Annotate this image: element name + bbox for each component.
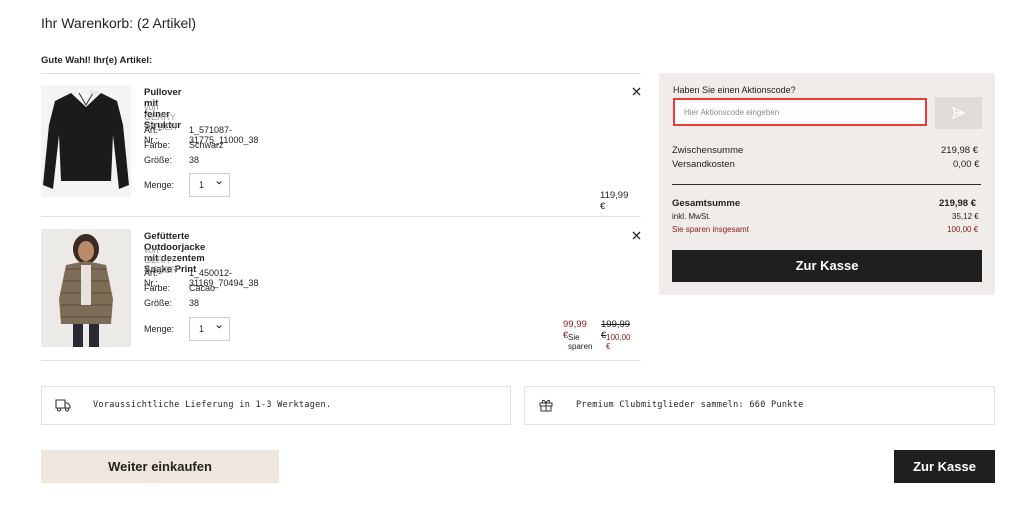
gift-icon xyxy=(539,399,553,412)
divider xyxy=(41,216,641,217)
total-value: 219,98 € xyxy=(939,198,976,209)
send-icon xyxy=(952,107,965,119)
promo-placeholder: Hier Aktionscode eingeben xyxy=(684,108,780,117)
items-subheading: Gute Wahl! Ihr(e) Artikel: xyxy=(41,55,153,66)
label-menge: Menge: xyxy=(144,324,175,334)
remove-item-button[interactable] xyxy=(632,84,641,99)
vat-label: inkl. MwSt. xyxy=(672,212,711,221)
close-icon xyxy=(632,87,641,96)
product-image-jacket[interactable] xyxy=(41,229,131,347)
label-menge: Menge: xyxy=(144,180,175,190)
quantity-select[interactable]: 1 xyxy=(189,317,230,341)
promo-code-input[interactable]: Hier Aktionscode eingeben xyxy=(673,98,927,126)
chevron-down-icon xyxy=(216,181,222,185)
value-groesse: 38 xyxy=(189,155,200,165)
delivery-info-box: Voraussichtliche Lieferung in 1-3 Werkta… xyxy=(41,386,511,425)
savings-label: Sie sparen xyxy=(568,333,593,351)
divider xyxy=(41,73,641,74)
value-farbe: Cacao xyxy=(189,283,216,293)
promo-submit-button[interactable] xyxy=(935,97,982,129)
quantity-select[interactable]: 1 xyxy=(189,173,230,197)
label-farbe: Farbe: xyxy=(144,283,171,293)
checkout-button-summary[interactable]: Zur Kasse xyxy=(672,250,982,282)
page-title: Ihr Warenkorb: (2 Artikel) xyxy=(41,15,197,31)
continue-shopping-button[interactable]: Weiter einkaufen xyxy=(41,450,279,483)
total-savings-label: Sie sparen insgesamt xyxy=(672,225,749,234)
truck-icon xyxy=(55,399,71,412)
checkout-button-footer[interactable]: Zur Kasse xyxy=(894,450,995,483)
shipping-value: 0,00 € xyxy=(953,159,980,170)
label-groesse: Größe: xyxy=(144,155,173,165)
value-farbe: Schwarz xyxy=(189,140,224,150)
summary-divider xyxy=(672,184,981,185)
savings-value: 100,00 € xyxy=(606,333,631,351)
product-image-pullover[interactable] xyxy=(41,85,131,197)
club-info-box: Premium Clubmitglieder sammeln: 660 Punk… xyxy=(524,386,995,425)
remove-item-button[interactable] xyxy=(632,228,641,243)
subtotal-label: Zwischensumme xyxy=(672,145,744,156)
label-farbe: Farbe: xyxy=(144,140,171,150)
vat-value: 35,12 € xyxy=(952,212,979,221)
club-info-text: Premium Clubmitglieder sammeln: 660 Punk… xyxy=(576,400,804,410)
promo-question: Haben Sie einen Aktionscode? xyxy=(673,85,796,95)
quantity-value: 1 xyxy=(199,324,205,334)
delivery-info-text: Voraussichtliche Lieferung in 1-3 Werkta… xyxy=(93,400,332,410)
quantity-value: 1 xyxy=(199,180,205,190)
subtotal-value: 219,98 € xyxy=(941,145,978,156)
close-icon xyxy=(632,231,641,240)
shipping-label: Versandkosten xyxy=(672,159,735,170)
label-groesse: Größe: xyxy=(144,298,173,308)
chevron-down-icon xyxy=(216,325,222,329)
value-groesse: 38 xyxy=(189,298,200,308)
item-price: 119,99 € xyxy=(600,190,629,212)
divider xyxy=(41,360,641,361)
total-label: Gesamtsumme xyxy=(672,198,741,209)
total-savings-value: 100,00 € xyxy=(947,225,979,234)
